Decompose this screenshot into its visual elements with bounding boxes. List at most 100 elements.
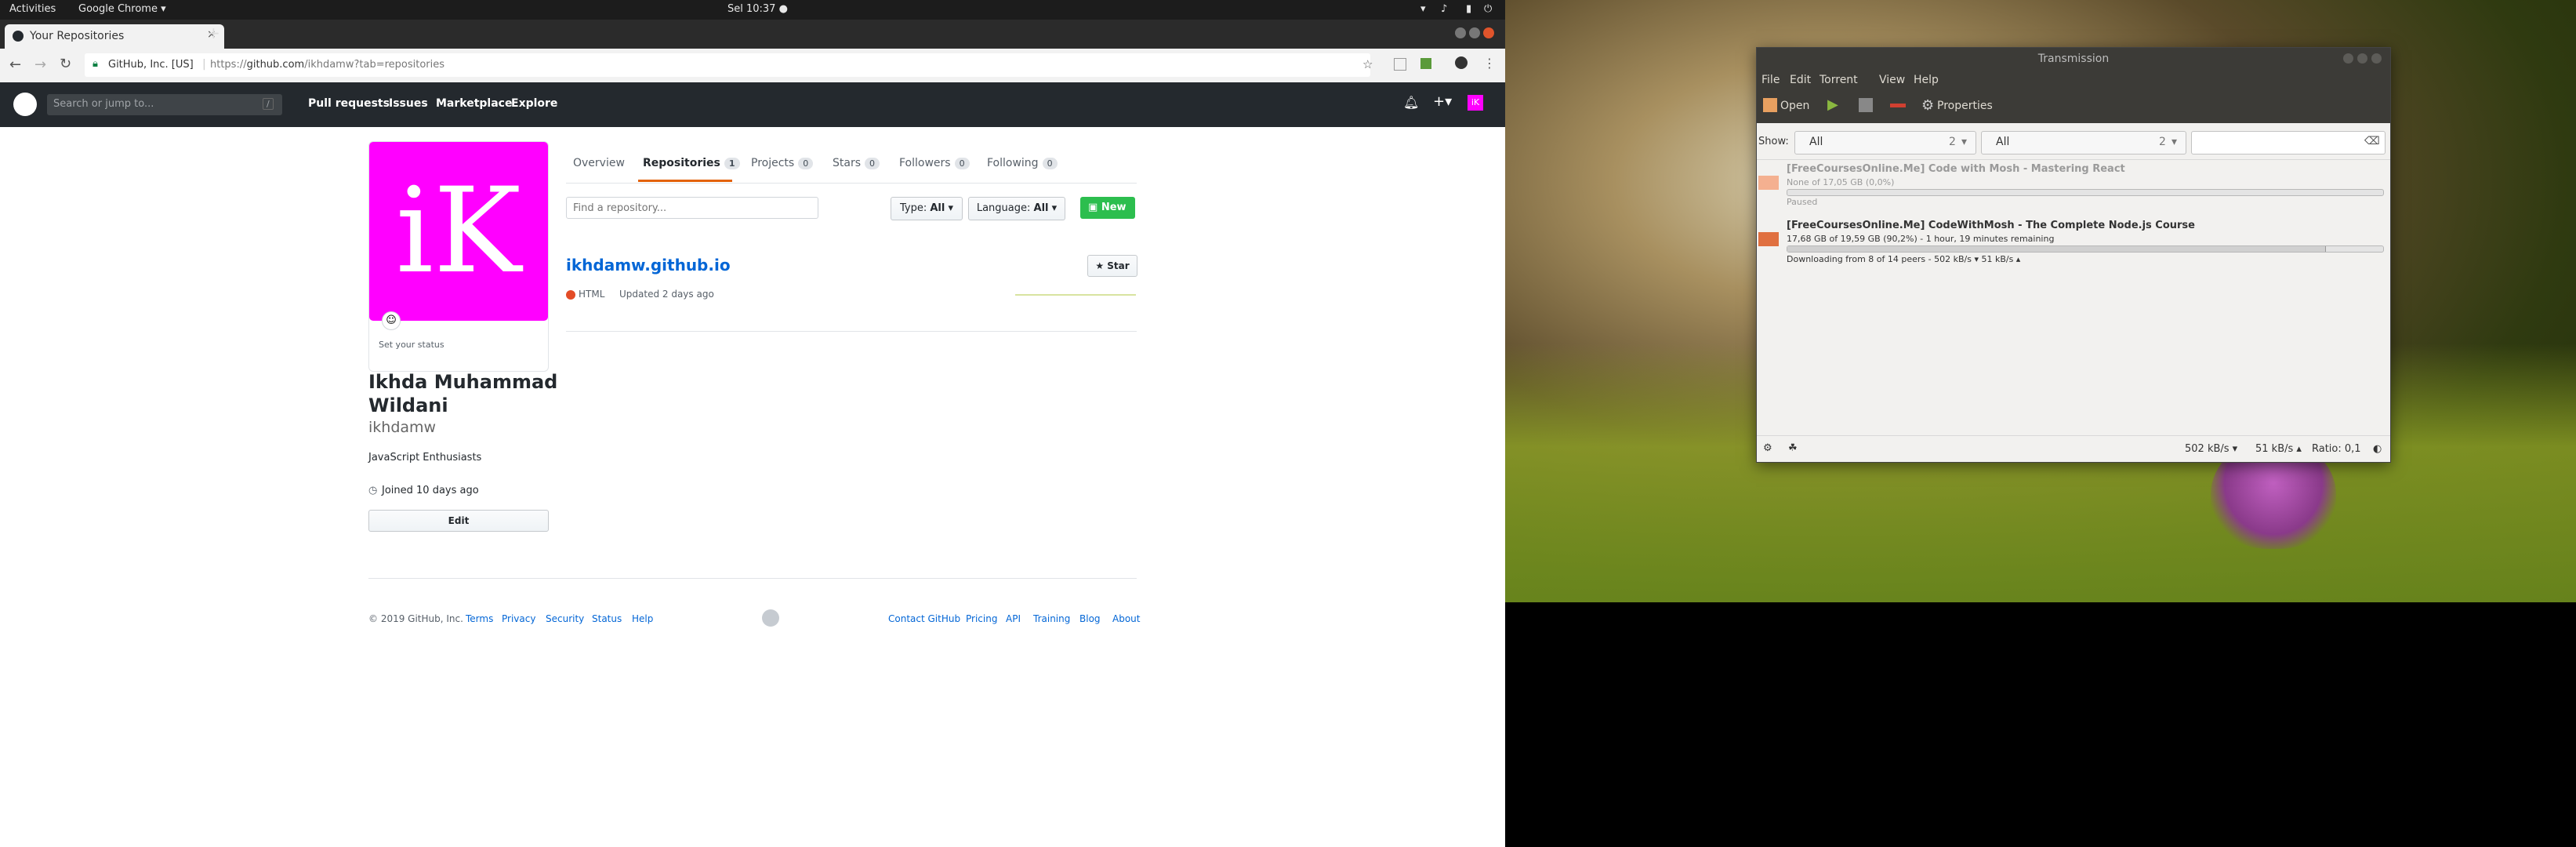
footer-contact[interactable]: Contact GitHub [888, 613, 960, 624]
maximize-window-button[interactable] [2357, 53, 2367, 64]
menu-file[interactable]: File [1761, 74, 1780, 86]
find-repository-input[interactable] [566, 197, 818, 219]
language-color-dot [566, 290, 575, 300]
nav-pull-requests[interactable]: Pull requests [308, 97, 390, 110]
type-filter-dropdown[interactable]: Type: All ▾ [891, 197, 963, 220]
extension-icon[interactable] [1394, 58, 1406, 71]
clock[interactable]: Sel 10:37 ● [727, 3, 788, 15]
footer-terms[interactable]: Terms [466, 613, 493, 624]
ratio-display[interactable]: Ratio: 0,1 [2312, 443, 2361, 455]
browser-tab[interactable]: Your Repositories × [5, 24, 224, 49]
plus-icon[interactable]: +▾ [1433, 93, 1452, 110]
star-button[interactable]: ★ Star [1087, 255, 1137, 277]
search-input[interactable]: Search or jump to... / [47, 94, 282, 115]
turtle-icon[interactable]: ☘ [1788, 442, 1798, 454]
chrome-menu-icon[interactable]: ⋮ [1483, 56, 1496, 71]
set-status-link[interactable]: Set your status [379, 340, 444, 350]
footer-help[interactable]: Help [632, 613, 653, 624]
clear-search-icon[interactable]: ⌫ [2364, 135, 2380, 147]
profile-bio: JavaScript Enthusiasts [368, 452, 482, 463]
tab-overview[interactable]: Overview [573, 157, 625, 169]
tab-repositories[interactable]: Repositories 1 [643, 157, 740, 169]
address-bar[interactable]: 🔒︎ GitHub, Inc. [US] | https://github.co… [85, 53, 1370, 77]
profile-avatar-large[interactable]: iK [369, 142, 548, 321]
start-icon[interactable]: ▶ [1827, 96, 1838, 113]
app-menu[interactable]: Google Chrome ▾ [78, 3, 166, 15]
minimize-window-button[interactable] [2343, 53, 2353, 64]
close-window-button[interactable] [1483, 27, 1494, 38]
footer-status[interactable]: Status [592, 613, 622, 624]
torrent-file-icon [1758, 232, 1779, 246]
nav-issues[interactable]: Issues [389, 97, 428, 110]
power-icon[interactable]: ⏻ [1484, 3, 1492, 15]
footer-about[interactable]: About [1112, 613, 1140, 624]
battery-icon[interactable]: ▮ [1466, 3, 1471, 15]
extension-badge-icon[interactable] [1420, 58, 1431, 69]
activities-button[interactable]: Activities [9, 3, 56, 15]
chevron-down-icon: ▾ [1961, 136, 1968, 148]
user-avatar-small[interactable]: iK [1468, 95, 1483, 111]
edit-profile-button[interactable]: Edit [368, 510, 549, 532]
tab-followers[interactable]: Followers 0 [899, 157, 970, 169]
volume-icon[interactable]: ♪ [1441, 3, 1447, 15]
preferences-gear-icon[interactable]: ⚙ [1763, 442, 1772, 454]
back-icon[interactable]: ← [9, 56, 21, 73]
tabs-divider [566, 183, 1137, 184]
open-icon[interactable] [1763, 98, 1777, 112]
bookmark-star-icon[interactable]: ☆ [1362, 57, 1373, 71]
nav-explore[interactable]: Explore [511, 97, 557, 110]
menu-torrent[interactable]: Torrent [1820, 74, 1858, 86]
search-input[interactable]: ⌫ [2191, 131, 2386, 154]
tab-followers-count: 0 [954, 158, 970, 169]
tab-stars-count: 0 [865, 158, 880, 169]
close-window-button[interactable] [2371, 53, 2382, 64]
footer-security[interactable]: Security [546, 613, 584, 624]
tracker-filter-combo[interactable]: All 2 ▾ [1981, 131, 2186, 154]
tab-projects[interactable]: Projects 0 [751, 157, 814, 169]
new-tab-button[interactable]: + [207, 24, 220, 42]
torrent-row[interactable]: [FreeCoursesOnline.Me] CodeWithMosh - Th… [1757, 216, 2390, 264]
properties-button[interactable]: Properties [1937, 100, 1993, 112]
tab-stars[interactable]: Stars 0 [833, 157, 880, 169]
language-filter-label: Language: [976, 202, 1031, 214]
open-button[interactable]: Open [1780, 100, 1809, 112]
github-logo-icon[interactable] [13, 93, 37, 116]
smiley-icon[interactable]: ☺ [382, 311, 401, 330]
tab-title: Your Repositories [30, 30, 125, 42]
pause-icon[interactable] [1859, 98, 1873, 112]
search-shortcut-hint: / [263, 98, 274, 110]
new-repository-button[interactable]: ▣ New [1080, 197, 1135, 219]
bell-icon[interactable]: 🔔︎ [1403, 95, 1419, 110]
network-icon[interactable]: ▾ [1420, 3, 1426, 15]
menu-view[interactable]: View [1879, 74, 1905, 86]
footer-training[interactable]: Training [1033, 613, 1070, 624]
maximize-window-button[interactable] [1469, 27, 1480, 38]
activity-filter-combo[interactable]: All 2 ▾ [1794, 131, 1976, 154]
progress-bar [1787, 245, 2384, 253]
remove-icon[interactable] [1890, 104, 1906, 107]
type-filter-label: Type: [899, 202, 927, 214]
repository-name-link[interactable]: ikhdamw.github.io [566, 256, 731, 274]
torrent-row[interactable]: [FreeCoursesOnline.Me] Code with Mosh - … [1757, 160, 2390, 207]
footer-privacy[interactable]: Privacy [502, 613, 535, 624]
profile-avatar[interactable] [1455, 56, 1468, 69]
active-tab-underline [638, 180, 732, 182]
footer-github-logo-icon[interactable] [762, 609, 779, 627]
repo-icon: ▣ [1088, 202, 1098, 213]
nav-marketplace[interactable]: Marketplace [436, 97, 512, 110]
footer-api[interactable]: API [1006, 613, 1021, 624]
footer-pricing[interactable]: Pricing [966, 613, 997, 624]
transmission-toolbar: Open ▶ ⚙ Properties [1757, 90, 2390, 123]
menu-help[interactable]: Help [1914, 74, 1939, 86]
footer-blog[interactable]: Blog [1079, 613, 1101, 624]
forward-icon[interactable]: → [34, 56, 46, 73]
menu-edit[interactable]: Edit [1790, 74, 1811, 86]
download-speed[interactable]: 502 kB/s ▾ [2185, 443, 2237, 455]
tab-strip: Your Repositories × + [0, 20, 1505, 49]
tab-following[interactable]: Following 0 [987, 157, 1058, 169]
reload-icon[interactable]: ↻ [60, 56, 71, 72]
ratio-icon[interactable]: ◐ [2373, 443, 2382, 455]
language-filter-dropdown[interactable]: Language: All ▾ [968, 197, 1065, 220]
upload-speed[interactable]: 51 kB/s ▴ [2255, 443, 2302, 455]
minimize-window-button[interactable] [1455, 27, 1466, 38]
